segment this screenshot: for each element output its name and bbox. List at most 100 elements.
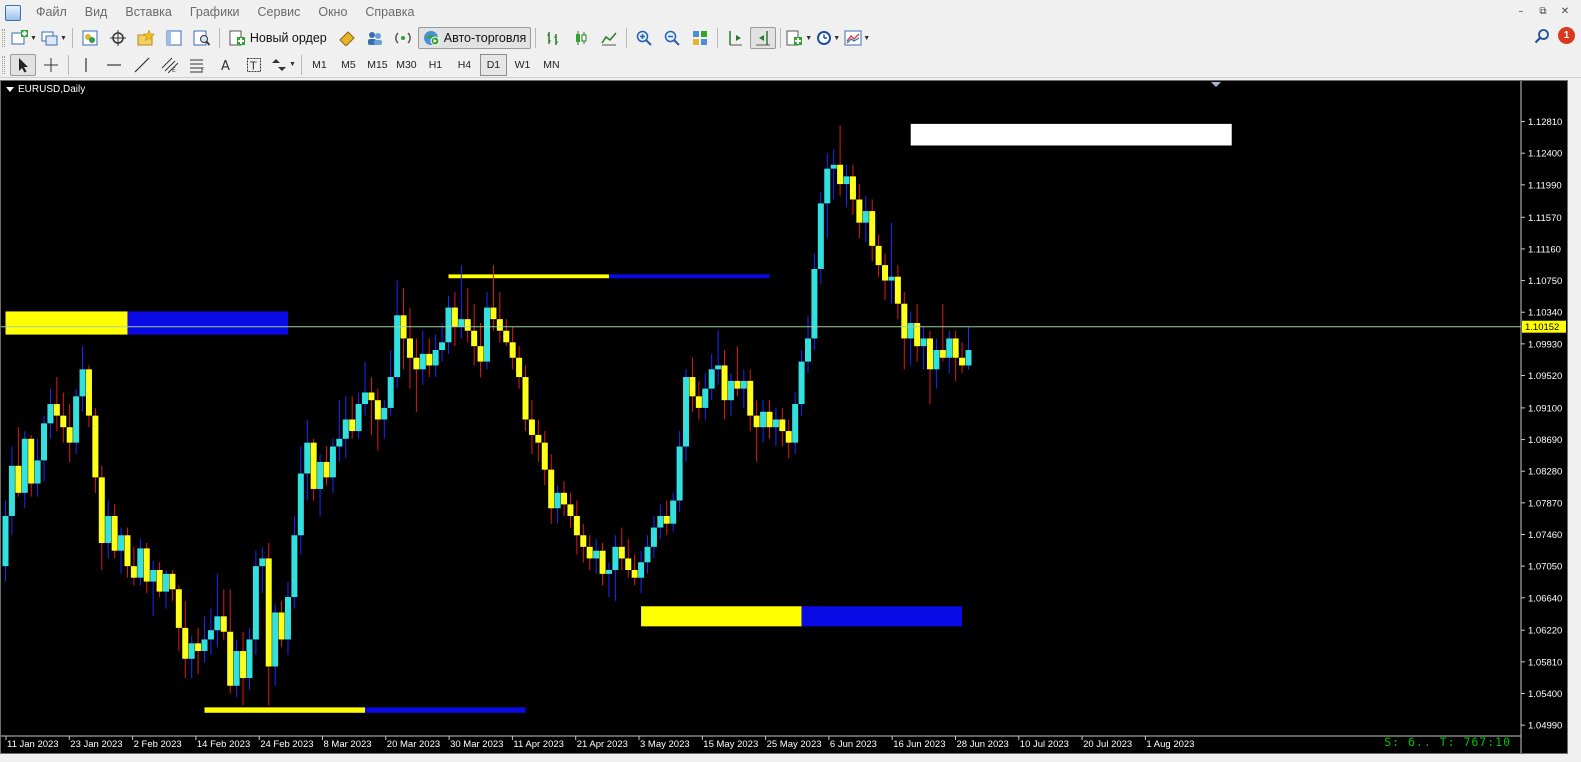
candle-body <box>965 350 972 366</box>
candle-body <box>137 548 144 578</box>
tile-windows-button[interactable] <box>687 27 713 49</box>
text-label-button[interactable]: T <box>241 54 267 76</box>
autoscroll-button[interactable] <box>750 27 777 49</box>
zoom-out-button[interactable] <box>659 27 685 49</box>
menu-file[interactable]: Файл <box>27 0 76 25</box>
community-button[interactable] <box>362 27 388 49</box>
candle-body <box>939 350 946 358</box>
timeframe-d1[interactable]: D1 <box>479 53 507 76</box>
timeframe-h4[interactable]: H4 <box>451 54 478 76</box>
candle-body <box>721 365 728 401</box>
indicators-icon <box>786 30 803 46</box>
close-button[interactable]: ✕ <box>1557 4 1573 20</box>
timeframe-h1[interactable]: H1 <box>422 54 449 76</box>
arrows-button[interactable]: ▼ <box>269 54 297 76</box>
indicators-button[interactable]: ▼ <box>785 27 813 49</box>
candle-body <box>259 558 266 567</box>
menu-charts[interactable]: Графики <box>181 0 249 25</box>
candle-body <box>625 558 632 570</box>
candle-body <box>8 465 15 516</box>
price-tick-label: 1.06640 <box>1528 593 1562 604</box>
profiles-icon <box>41 31 58 46</box>
line-chart-button[interactable] <box>596 27 622 49</box>
market-watch-button[interactable] <box>77 27 103 49</box>
search-icon[interactable] <box>1534 28 1550 44</box>
candle-body <box>541 442 548 470</box>
menu-view[interactable]: Вид <box>76 0 117 25</box>
terminal-button[interactable] <box>161 27 187 49</box>
profiles-button[interactable]: ▼ <box>40 27 68 49</box>
timeframe-mn[interactable]: MN <box>538 54 565 76</box>
candle-body <box>516 357 523 378</box>
candle-body <box>394 315 401 378</box>
toolbar-separator <box>218 28 220 48</box>
candle-body <box>47 404 54 424</box>
channel-button[interactable]: E <box>157 54 183 76</box>
chart-shift-button[interactable] <box>722 27 748 49</box>
chart-shift-icon <box>729 31 743 46</box>
price-tick-label: 1.05810 <box>1528 657 1562 668</box>
horizontal-line-button[interactable] <box>101 54 127 76</box>
text-button[interactable]: A <box>213 54 239 76</box>
timeframe-m30[interactable]: M30 <box>393 54 420 76</box>
bar-chart-button[interactable] <box>540 27 566 49</box>
minimize-button[interactable]: – <box>1513 4 1529 20</box>
tile-windows-icon <box>693 31 708 45</box>
candle-body <box>573 515 580 536</box>
candle-body <box>272 612 279 667</box>
auto-trading-button[interactable]: Авто-торговля <box>417 27 532 49</box>
new-order-button[interactable]: Новый ордер <box>224 27 332 49</box>
metaeditor-button[interactable] <box>334 27 360 49</box>
trendline-button[interactable] <box>129 54 155 76</box>
candle-body <box>837 164 844 185</box>
signals-button[interactable] <box>390 27 416 49</box>
menu-tools[interactable]: Сервис <box>249 0 310 25</box>
restore-button[interactable]: ⧉ <box>1535 4 1551 20</box>
toolbar-grip[interactable] <box>2 29 5 47</box>
data-window-button[interactable] <box>105 27 131 49</box>
templates-button[interactable]: ▼ <box>843 27 871 49</box>
new-chart-button[interactable]: ▼ <box>10 27 38 49</box>
candle-body <box>98 477 105 543</box>
zoom-in-button[interactable] <box>631 27 657 49</box>
zone-blue <box>127 311 288 335</box>
cursor-button[interactable] <box>10 53 36 76</box>
price-tick-label: 1.07870 <box>1528 498 1562 509</box>
time-tick-label: 28 Jun 2023 <box>957 739 1009 750</box>
notification-badge[interactable]: 1 <box>1558 27 1575 44</box>
vertical-line-button[interactable] <box>73 54 99 76</box>
candle-body <box>323 461 330 478</box>
candle-body <box>657 515 664 528</box>
candle-body <box>952 338 959 358</box>
price-tick-label: 1.09100 <box>1528 403 1562 414</box>
crosshair-button[interactable] <box>38 54 64 76</box>
line-studies-toolbar: E F A T ▼ M1 M5 M15 M30 H1 H4 D1 W1 MN <box>0 52 1581 78</box>
timeframe-m5[interactable]: M5 <box>335 54 362 76</box>
candle-body <box>702 388 709 408</box>
toolbar-grip[interactable] <box>2 55 5 74</box>
clock-icon <box>817 31 832 45</box>
menu-window[interactable]: Окно <box>309 0 356 25</box>
candle-body <box>888 276 895 281</box>
timeframe-m1[interactable]: M1 <box>306 54 333 76</box>
timeframe-m15[interactable]: M15 <box>364 54 391 76</box>
chart-menu-triangle-icon[interactable] <box>6 87 14 92</box>
toolbar-separator <box>626 28 628 48</box>
price-chart[interactable]: 1.12810 1.12400 1.11990 1.11570 1.11160 1.107… <box>1 81 1567 753</box>
candle-body <box>817 203 824 269</box>
candlestick-button[interactable] <box>568 27 594 49</box>
timeframe-w1[interactable]: W1 <box>509 54 536 76</box>
menu-help[interactable]: Справка <box>356 0 423 25</box>
navigator-button[interactable] <box>133 27 159 49</box>
time-tick-label: 11 Apr 2023 <box>513 739 564 750</box>
candle-body <box>111 515 118 551</box>
menu-insert[interactable]: Вставка <box>116 0 180 25</box>
candle-body <box>207 630 214 640</box>
chart-window[interactable]: 1.12810 1.12400 1.11990 1.11570 1.11160 1.107… <box>0 80 1568 754</box>
new-chart-icon <box>11 30 28 45</box>
candle-body <box>663 515 670 524</box>
strategy-tester-button[interactable] <box>189 27 215 49</box>
price-tick-label: 1.05400 <box>1528 689 1562 700</box>
periods-button[interactable]: ▼ <box>815 27 841 49</box>
fibonacci-button[interactable]: F <box>185 54 211 76</box>
